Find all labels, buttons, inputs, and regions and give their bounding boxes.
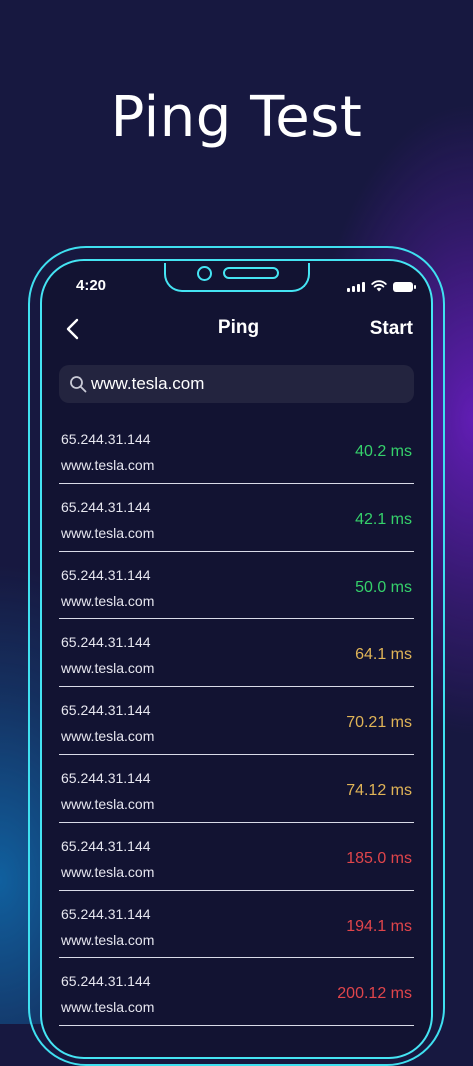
ping-latency: 185.0 ms [346,849,412,867]
ping-latency: 74.12 ms [346,781,412,799]
ping-ip: 65.244.31.144 [61,837,151,854]
ping-host: www.tesla.com [61,863,155,880]
ping-ip: 65.244.31.144 [61,498,151,515]
ping-latency: 50.0 ms [355,578,412,596]
status-time: 4:20 [76,277,107,294]
ping-host: www.tesla.com [61,999,155,1016]
ping-result-row[interactable]: 65.244.31.144 www.tesla.com 185.0 ms [59,823,414,891]
camera-icon [197,266,212,281]
ping-result-row[interactable]: 65.244.31.144 www.tesla.com 42.1 ms [59,484,414,552]
ping-host: www.tesla.com [61,795,155,812]
ping-latency: 70.21 ms [346,714,412,732]
ping-host: www.tesla.com [61,524,155,541]
ping-ip: 65.244.31.144 [61,769,151,786]
search-icon [70,376,87,393]
signal-icon [347,281,365,292]
notch-cover [164,261,310,263]
ping-ip: 65.244.31.144 [61,634,151,651]
search-input[interactable] [91,374,391,394]
ping-result-row[interactable]: 65.244.31.144 www.tesla.com 64.1 ms [59,619,414,688]
ping-latency: 64.1 ms [355,646,412,664]
phone-screen: 4:20 Ping Start 65.244.31.144www.tesla.c… [40,259,433,1059]
wifi-icon [371,280,387,292]
ping-results-list: 65.244.31.144 www.tesla.com 40.2 ms 65.244.… [59,416,414,1027]
ping-latency: 194.1 ms [346,917,412,935]
ping-ip: 65.244.31.144 [61,566,151,583]
ping-latency: 200.12 ms [337,985,412,1003]
ping-host: www.tesla.com [61,592,155,609]
ping-latency: 42.1 ms [355,510,412,528]
status-icons [347,280,416,292]
ping-latency: 40.2 ms [355,443,412,460]
ping-result-row[interactable]: 65.244.31.144 www.tesla.com 194.1 ms [59,891,414,959]
ping-result-row[interactable]: 65.244.31.144 www.tesla.com 40.2 ms [59,416,414,484]
search-bar[interactable] [59,365,414,403]
ping-ip: 65.244.31.144 [61,702,151,719]
ping-ip: 65.244.31.144 [61,431,151,447]
ping-result-row[interactable]: 65.244.31.144 www.tesla.com 74.12 ms [59,755,414,823]
ping-host: www.tesla.com [61,931,155,948]
ping-host: www.tesla.com [61,457,155,473]
ping-host: www.tesla.com [61,728,155,745]
speaker-icon [223,267,279,279]
headline: Ping Test [110,85,363,150]
ping-result-row[interactable]: 65.244.31.144 www.tesla.com 70.21 ms [59,687,414,755]
battery-icon [393,282,416,292]
ping-result-row[interactable]: 65.244.31.144 www.tesla.com 200.12 ms [59,958,414,1027]
ping-ip: 65.244.31.144 [61,973,151,990]
ping-host: www.tesla.com [61,660,155,677]
ping-result-row[interactable]: 65.244.31.144 www.tesla.com 50.0 ms [59,552,414,620]
ping-ip: 65.244.31.144 [61,905,151,922]
start-button[interactable]: Start [370,318,413,340]
